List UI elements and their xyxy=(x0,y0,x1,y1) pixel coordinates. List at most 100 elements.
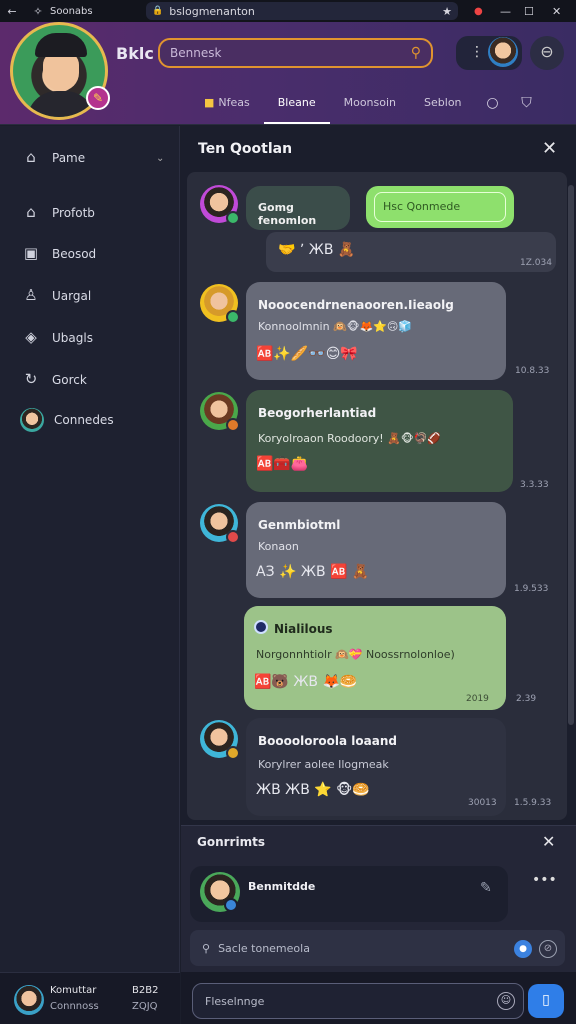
message-bubble[interactable]: Genmbiotml Konaon AЗ ✨ ЖB 🆎 🧸 xyxy=(246,502,506,598)
tag-icon: ◈ xyxy=(25,328,37,346)
user-avatar[interactable] xyxy=(488,37,518,67)
more-vertical-icon[interactable]: ⋮ xyxy=(470,44,484,60)
pencil-icon[interactable]: ✎ xyxy=(480,880,492,896)
message-bubble[interactable]: Beogorherlantiad Koryolroaon Roodoory! 🧸… xyxy=(246,390,513,492)
tab-seblon[interactable]: Seblon xyxy=(410,92,476,124)
browser-chrome: ← ✧ Soonabs 🔒 bslogmenanton ★ ● — ☐ ✕ xyxy=(0,0,576,22)
message-input[interactable]: Fleselnnge ☺ xyxy=(192,983,524,1019)
sidebar-item-board[interactable]: ▣ Beosod xyxy=(20,244,96,264)
message-bubble[interactable]: 🤝 ʼ ЖB 🧸 1Z.034 xyxy=(266,232,556,272)
message-timestamp: 1.5.9.33 xyxy=(514,798,552,808)
maximize-icon[interactable]: ☐ xyxy=(524,5,534,18)
app-logo: Bklc xyxy=(116,44,154,63)
back-icon[interactable]: ← xyxy=(4,5,20,18)
search-placeholder: Bennesk xyxy=(170,46,222,60)
refresh-icon: ↻ xyxy=(24,370,38,388)
message-emoji: AЗ ✨ ЖB 🆎 🧸 xyxy=(256,564,370,580)
sidebar-item-contacts[interactable]: Connedes xyxy=(20,408,114,432)
tab-moonsoin[interactable]: Moonsoin xyxy=(330,92,410,124)
sidebar-item-tags[interactable]: ◈ Ubagls xyxy=(20,328,93,348)
info-icon xyxy=(254,620,268,634)
reply-input[interactable]: ⚲ Sacle tonemeola ● ⊘ xyxy=(190,930,565,966)
emoji-icon[interactable]: ☺ xyxy=(497,992,515,1010)
user-menu[interactable]: ⋮ xyxy=(456,36,522,70)
shield-check-icon[interactable]: ⛉ xyxy=(510,92,544,124)
footer-name: Komuttar xyxy=(50,985,97,996)
send-button[interactable]: ▯ xyxy=(528,984,564,1018)
sidebar-item-refresh[interactable]: ↻ Gorck xyxy=(20,370,87,390)
sidebar-footer[interactable]: Komuttar Connnoss B2B2 ZQJQ xyxy=(0,972,180,1024)
search-tab-icon[interactable]: ○ xyxy=(476,92,510,124)
home-outline-icon: ⌂ xyxy=(26,203,36,221)
search-icon[interactable]: ⚲ xyxy=(411,45,421,61)
chevron-down-icon[interactable]: ⌄ xyxy=(156,153,164,164)
extension-icon[interactable]: ✧ xyxy=(30,5,46,18)
tab-news[interactable]: ■ Nfeas xyxy=(190,92,264,124)
message-bubble[interactable]: Nialilous Norgonnhtiolr 🙉💝 Noossrnolonlo… xyxy=(244,606,506,710)
footer-time: B2B2 xyxy=(132,985,159,996)
message-emoji: 🆎✨🥖👓😊🎀 xyxy=(256,346,358,362)
home-icon: ⌂ xyxy=(26,148,36,166)
footer-avatar xyxy=(14,985,44,1015)
close-window-icon[interactable]: ✕ xyxy=(552,5,561,18)
message-bubble[interactable]: Nooocendrnenaooren.Iieaolg Konnoolmnin 🙉… xyxy=(246,282,506,380)
header-tabs: ■ Nfeas Bleane Moonsoin Seblon ○ ⛉ xyxy=(190,92,544,124)
footer-status: Connnoss xyxy=(50,1001,99,1012)
record-button[interactable]: ● xyxy=(514,940,532,958)
search-input[interactable]: Bennesk ⚲ xyxy=(158,38,433,68)
message-author: Nialilous xyxy=(274,622,333,636)
footer-time-secondary: ZQJQ xyxy=(132,1001,158,1012)
attach-icon[interactable]: ⊘ xyxy=(539,940,557,958)
settings-button[interactable]: ⊖ xyxy=(530,36,564,70)
sidebar-item-users[interactable]: ♙ Uargal xyxy=(20,286,91,306)
app-header: ✎ Bklc Bennesk ⚲ ⋮ ⊖ ■ Nfeas Bleane Moons… xyxy=(0,22,576,125)
message-author: Gomg fenomlon xyxy=(258,201,317,227)
close-icon[interactable]: ✕ xyxy=(542,138,557,159)
message-inner-timestamp: 30013 xyxy=(468,798,497,808)
close-comments-icon[interactable]: ✕ xyxy=(542,832,555,851)
message-text: Koryolroaon Roodoory! 🧸🐵🦃🏈 xyxy=(258,432,441,445)
record-icon[interactable]: ● xyxy=(474,6,483,17)
message-bubble[interactable]: Gomg fenomlon xyxy=(246,186,350,230)
profile-badge-icon[interactable]: ✎ xyxy=(86,86,110,110)
message-avatar[interactable] xyxy=(200,185,240,225)
message-emoji: ЖB ЖB ⭐ 🐵🥯 xyxy=(256,782,370,798)
message-author: Booooloroola loaand xyxy=(258,734,397,748)
sidebar-item-profile[interactable]: ⌂ Profotb xyxy=(20,203,95,223)
quick-reply-text: Hsc Qonmede xyxy=(374,192,506,222)
message-emoji: 🆎🧰👛 xyxy=(256,456,309,472)
tab-active[interactable]: Bleane xyxy=(263,92,330,124)
message-text: Konnoolmnin 🙉🐵🦊⭐🙃🧊 xyxy=(258,320,413,333)
sidebar-item-home[interactable]: ⌂ Pame ⌄ xyxy=(20,148,164,168)
browser-tab-title[interactable]: Soonabs xyxy=(50,6,93,17)
quick-reply-pill[interactable]: Hsc Qonmede xyxy=(366,186,514,228)
comments-title: Gonrrimts xyxy=(197,835,265,849)
message-author: Genmbiotml xyxy=(258,518,341,532)
square-icon: ▣ xyxy=(23,244,39,262)
lock-icon: 🔒 xyxy=(152,6,164,16)
message-avatar[interactable] xyxy=(200,392,240,432)
message-avatar[interactable] xyxy=(200,720,240,760)
scrollbar[interactable] xyxy=(568,185,574,725)
folder-icon: ■ xyxy=(204,96,215,109)
star-icon[interactable]: ★ xyxy=(442,5,452,18)
minimize-icon[interactable]: — xyxy=(500,5,511,18)
message-text: Korylrer aolee Ilogmeak xyxy=(258,758,389,771)
message-bubble[interactable]: Booooloroola loaand Korylrer aolee Ilogm… xyxy=(246,718,506,816)
address-bar[interactable]: 🔒 bslogmenanton ★ xyxy=(146,2,458,20)
comment-card[interactable]: Benmitdde ✎ xyxy=(190,866,508,922)
message-text: Konaon xyxy=(258,540,299,553)
more-horizontal-icon[interactable]: ••• xyxy=(532,872,557,888)
comment-author: Benmitdde xyxy=(248,880,316,893)
message-avatar[interactable] xyxy=(200,284,240,324)
message-timestamp: 3.3.33 xyxy=(520,480,549,490)
message-timestamp: 1Z.034 xyxy=(520,258,552,268)
message-text: Norgonnhtiolr 🙉💝 Noossrnolonloe) xyxy=(256,648,455,661)
paperclip-icon[interactable]: ⚲ xyxy=(202,942,210,955)
user-icon: ♙ xyxy=(24,286,38,304)
message-timestamp: 2.39 xyxy=(516,694,537,704)
message-author: Nooocendrnenaooren.Iieaolg xyxy=(258,298,454,312)
message-author: Beogorherlantiad xyxy=(258,406,377,420)
message-avatar[interactable] xyxy=(200,504,240,544)
address-text: bslogmenanton xyxy=(169,4,255,18)
